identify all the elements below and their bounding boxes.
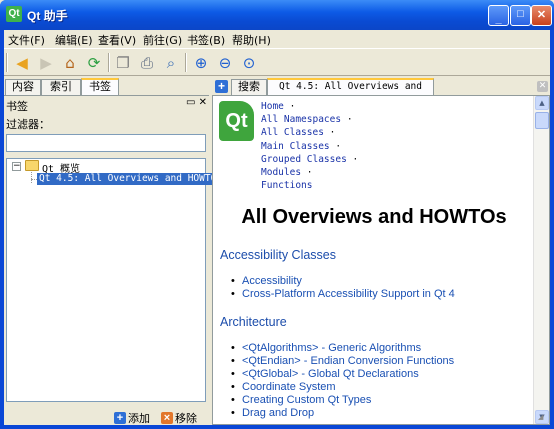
- section-heading-accessibility[interactable]: Accessibility Classes: [220, 248, 336, 262]
- tab-index[interactable]: 索引: [41, 79, 81, 95]
- document-view[interactable]: Qt Home · All Namespaces · All Classes ·…: [212, 95, 550, 425]
- back-icon[interactable]: ◀: [11, 52, 33, 74]
- list-architecture: <QtAlgorithms> - Generic Algorithms <QtE…: [231, 342, 454, 421]
- nav-link-main-classes[interactable]: Main Classes: [261, 141, 330, 152]
- sync-icon[interactable]: ⟳: [83, 52, 105, 74]
- find-icon[interactable]: ⌕: [160, 52, 182, 74]
- nav-separator: ·: [289, 101, 296, 112]
- nav-separator: ·: [329, 127, 336, 139]
- list-item[interactable]: Creating Custom Qt Types: [231, 394, 454, 407]
- toolbar: ◀ ▶ ⌂ ⟳ ❐ ⎙ ⌕ ⊕ ⊖ ⊙: [4, 48, 550, 76]
- toolbar-separator: [185, 53, 187, 72]
- qt-app-icon: Qt: [6, 6, 22, 22]
- left-dock: 内容 索引 书签 书签 ▭ ✕ 过滤器： − Qt 概览 Qt 4.5: All…: [4, 78, 225, 426]
- window-title: Qt 助手: [27, 9, 68, 23]
- nav-link-namespaces[interactable]: All Namespaces: [261, 114, 341, 125]
- nav-link-modules[interactable]: Modules: [261, 167, 301, 178]
- left-tab-bar: 内容 索引 书签: [4, 78, 209, 95]
- qt-logo: Qt: [219, 101, 254, 141]
- doc-nav-links: Home · All Namespaces · All Classes · Ma…: [261, 100, 358, 192]
- zoom-reset-icon[interactable]: ⊙: [238, 52, 260, 74]
- menu-go[interactable]: 前往(G): [143, 32, 182, 48]
- menu-bookmarks[interactable]: 书签(B): [187, 32, 225, 48]
- list-item[interactable]: Cross-Platform Accessibility Support in …: [231, 288, 455, 301]
- scroll-thumb[interactable]: [535, 112, 549, 129]
- remove-icon: ×: [161, 412, 173, 424]
- nav-separator: ·: [352, 153, 359, 165]
- bookmarks-tree[interactable]: − Qt 概览 Qt 4.5: All Overviews and HOWTOs: [6, 158, 225, 402]
- close-tab-icon[interactable]: ✕: [537, 81, 548, 92]
- remove-label: 移除: [175, 412, 197, 425]
- dock-float-close-buttons: ▭ ✕: [186, 97, 207, 108]
- close-dock-icon[interactable]: ✕: [199, 97, 207, 108]
- zoom-out-icon[interactable]: ⊖: [214, 52, 236, 74]
- tab-search[interactable]: 搜索: [231, 79, 267, 95]
- app-window: Qt Qt 助手 _ □ ✕ 文件(F) 编辑(E) 查看(V) 前往(G) 书…: [0, 0, 554, 429]
- tree-branch-line: [31, 172, 32, 183]
- menu-view[interactable]: 查看(V): [98, 32, 136, 48]
- toolbar-grip: [6, 53, 8, 72]
- minimize-button[interactable]: _: [488, 5, 509, 26]
- add-icon: +: [114, 412, 126, 424]
- nav-link-home[interactable]: Home: [261, 101, 284, 112]
- toolbar-separator: [108, 53, 110, 72]
- menu-bar: 文件(F) 编辑(E) 查看(V) 前往(G) 书签(B) 帮助(H): [4, 30, 550, 48]
- nav-separator: ·: [335, 140, 342, 152]
- tab-contents[interactable]: 内容: [5, 79, 41, 95]
- nav-link-functions[interactable]: Functions: [261, 180, 312, 191]
- resize-grip-icon[interactable]: ◢: [538, 413, 548, 423]
- filter-input[interactable]: [6, 134, 206, 152]
- tab-document[interactable]: Qt 4.5: All Overviews and HOWTOs: [267, 78, 434, 106]
- bookmarks-title: 书签: [6, 100, 28, 113]
- zoom-in-icon[interactable]: ⊕: [190, 52, 212, 74]
- menu-help[interactable]: 帮助(H): [232, 32, 271, 48]
- list-item[interactable]: Accessibility: [231, 275, 455, 288]
- list-item[interactable]: Drag and Drop: [231, 407, 454, 420]
- nav-separator: ·: [306, 167, 313, 179]
- collapse-icon[interactable]: −: [12, 162, 21, 171]
- add-bookmark-button[interactable]: + 添加: [114, 410, 150, 426]
- list-item[interactable]: <QtAlgorithms> - Generic Algorithms: [231, 342, 454, 355]
- list-item[interactable]: <QtGlobal> - Global Qt Declarations: [231, 368, 454, 381]
- tree-item-selected-bookmark[interactable]: Qt 4.5: All Overviews and HOWTOs: [37, 173, 225, 185]
- print-icon[interactable]: ⎙: [136, 52, 158, 74]
- vertical-scrollbar[interactable]: ▲ ▼: [533, 96, 549, 424]
- menu-edit[interactable]: 编辑(E): [55, 32, 93, 48]
- folder-icon: [25, 160, 39, 171]
- home-icon[interactable]: ⌂: [59, 52, 81, 74]
- bookmarks-panel: 书签 ▭ ✕ 过滤器： − Qt 概览 Qt 4.5: All Overview…: [4, 95, 225, 426]
- add-label: 添加: [128, 412, 150, 425]
- remove-bookmark-button[interactable]: × 移除: [161, 410, 197, 426]
- nav-link-grouped-classes[interactable]: Grouped Classes: [261, 154, 347, 165]
- scroll-up-icon[interactable]: ▲: [535, 96, 549, 110]
- float-icon[interactable]: ▭: [186, 97, 195, 108]
- close-button[interactable]: ✕: [531, 5, 552, 26]
- client-area: 文件(F) 编辑(E) 查看(V) 前往(G) 书签(B) 帮助(H) ◀ ▶ …: [4, 30, 550, 425]
- section-heading-architecture[interactable]: Architecture: [220, 315, 287, 329]
- new-tab-icon[interactable]: +: [215, 80, 228, 93]
- nav-link-classes[interactable]: All Classes: [261, 127, 324, 138]
- document-tab-bar: + 搜索 Qt 4.5: All Overviews and HOWTOs ✕: [212, 78, 550, 106]
- tab-bookmarks[interactable]: 书签: [81, 78, 119, 95]
- document-area: + 搜索 Qt 4.5: All Overviews and HOWTOs ✕ …: [212, 78, 550, 425]
- title-bar[interactable]: Qt Qt 助手 _ □ ✕: [0, 0, 554, 30]
- list-accessibility: Accessibility Cross-Platform Accessibili…: [231, 275, 455, 301]
- filter-label: 过滤器：: [6, 118, 50, 131]
- list-item[interactable]: Coordinate System: [231, 381, 454, 394]
- menu-file[interactable]: 文件(F): [8, 32, 45, 48]
- maximize-button[interactable]: □: [510, 5, 531, 26]
- forward-icon[interactable]: ▶: [35, 52, 57, 74]
- copy-icon[interactable]: ❐: [112, 52, 134, 74]
- nav-separator: ·: [346, 114, 353, 126]
- list-item[interactable]: <QtEndian> - Endian Conversion Functions: [231, 355, 454, 368]
- page-title: All Overviews and HOWTOs: [241, 206, 507, 228]
